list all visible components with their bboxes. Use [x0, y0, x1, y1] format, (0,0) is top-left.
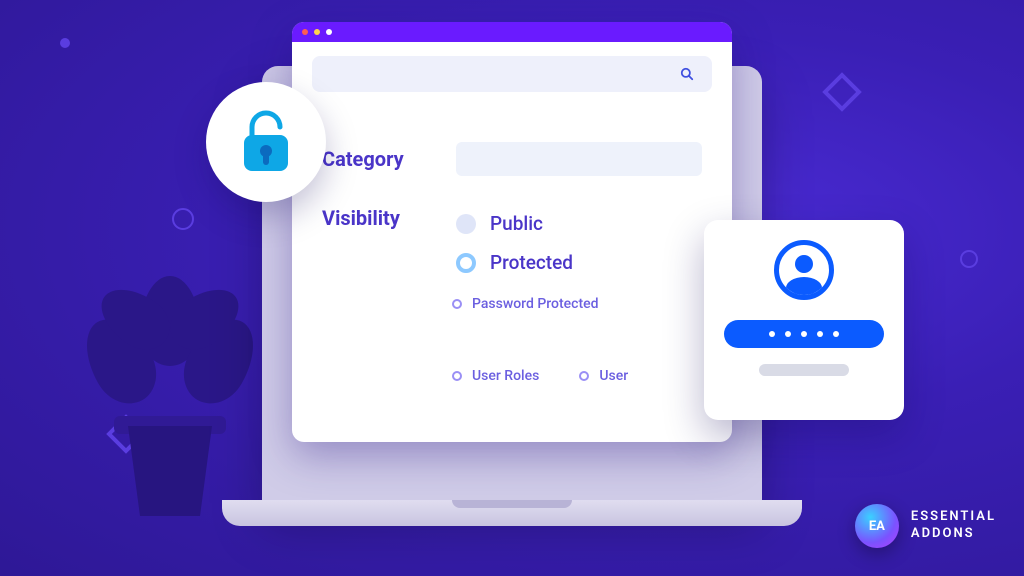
- radio-icon: [456, 253, 476, 273]
- window-titlebar: [292, 22, 732, 42]
- sub-option-user-roles[interactable]: User Roles: [452, 368, 539, 384]
- deco-diamond: [822, 72, 862, 112]
- sub-option-password-protected[interactable]: Password Protected: [452, 296, 599, 312]
- deco-circle: [60, 38, 70, 48]
- radio-label: Protected: [490, 251, 573, 274]
- radio-icon: [452, 371, 462, 381]
- close-icon[interactable]: [302, 29, 308, 35]
- browser-window: Category Visibility Public Protected Pas…: [292, 22, 732, 442]
- login-button[interactable]: [759, 364, 849, 376]
- deco-circle: [960, 250, 978, 268]
- sub-option-user[interactable]: User: [579, 368, 628, 384]
- sub-option-label: Password Protected: [472, 296, 599, 312]
- sub-option-label: User Roles: [472, 368, 539, 384]
- search-icon: [680, 67, 694, 81]
- maximize-icon[interactable]: [326, 29, 332, 35]
- visibility-protected-radio[interactable]: Protected: [456, 251, 573, 274]
- password-field[interactable]: [724, 320, 884, 348]
- deco-circle: [172, 208, 194, 230]
- radio-icon: [452, 299, 462, 309]
- lock-icon: [238, 109, 294, 175]
- radio-icon: [579, 371, 589, 381]
- category-label: Category: [322, 147, 432, 171]
- visibility-public-radio[interactable]: Public: [456, 212, 573, 235]
- brand-line2: ADDONS: [911, 526, 996, 543]
- visibility-label: Visibility: [322, 206, 432, 230]
- brand-logo: EA ESSENTIAL ADDONS: [855, 504, 996, 548]
- sub-option-label: User: [599, 368, 628, 384]
- avatar-icon: [774, 240, 834, 300]
- search-input[interactable]: [312, 56, 712, 92]
- lock-badge: [206, 82, 326, 202]
- category-input[interactable]: [456, 142, 702, 176]
- laptop-base: [222, 500, 802, 526]
- radio-icon: [456, 214, 476, 234]
- brand-icon-text: EA: [869, 519, 885, 534]
- brand-line1: ESSENTIAL: [911, 509, 996, 526]
- brand-icon: EA: [855, 504, 899, 548]
- login-card: [704, 220, 904, 420]
- minimize-icon[interactable]: [314, 29, 320, 35]
- radio-label: Public: [490, 212, 543, 235]
